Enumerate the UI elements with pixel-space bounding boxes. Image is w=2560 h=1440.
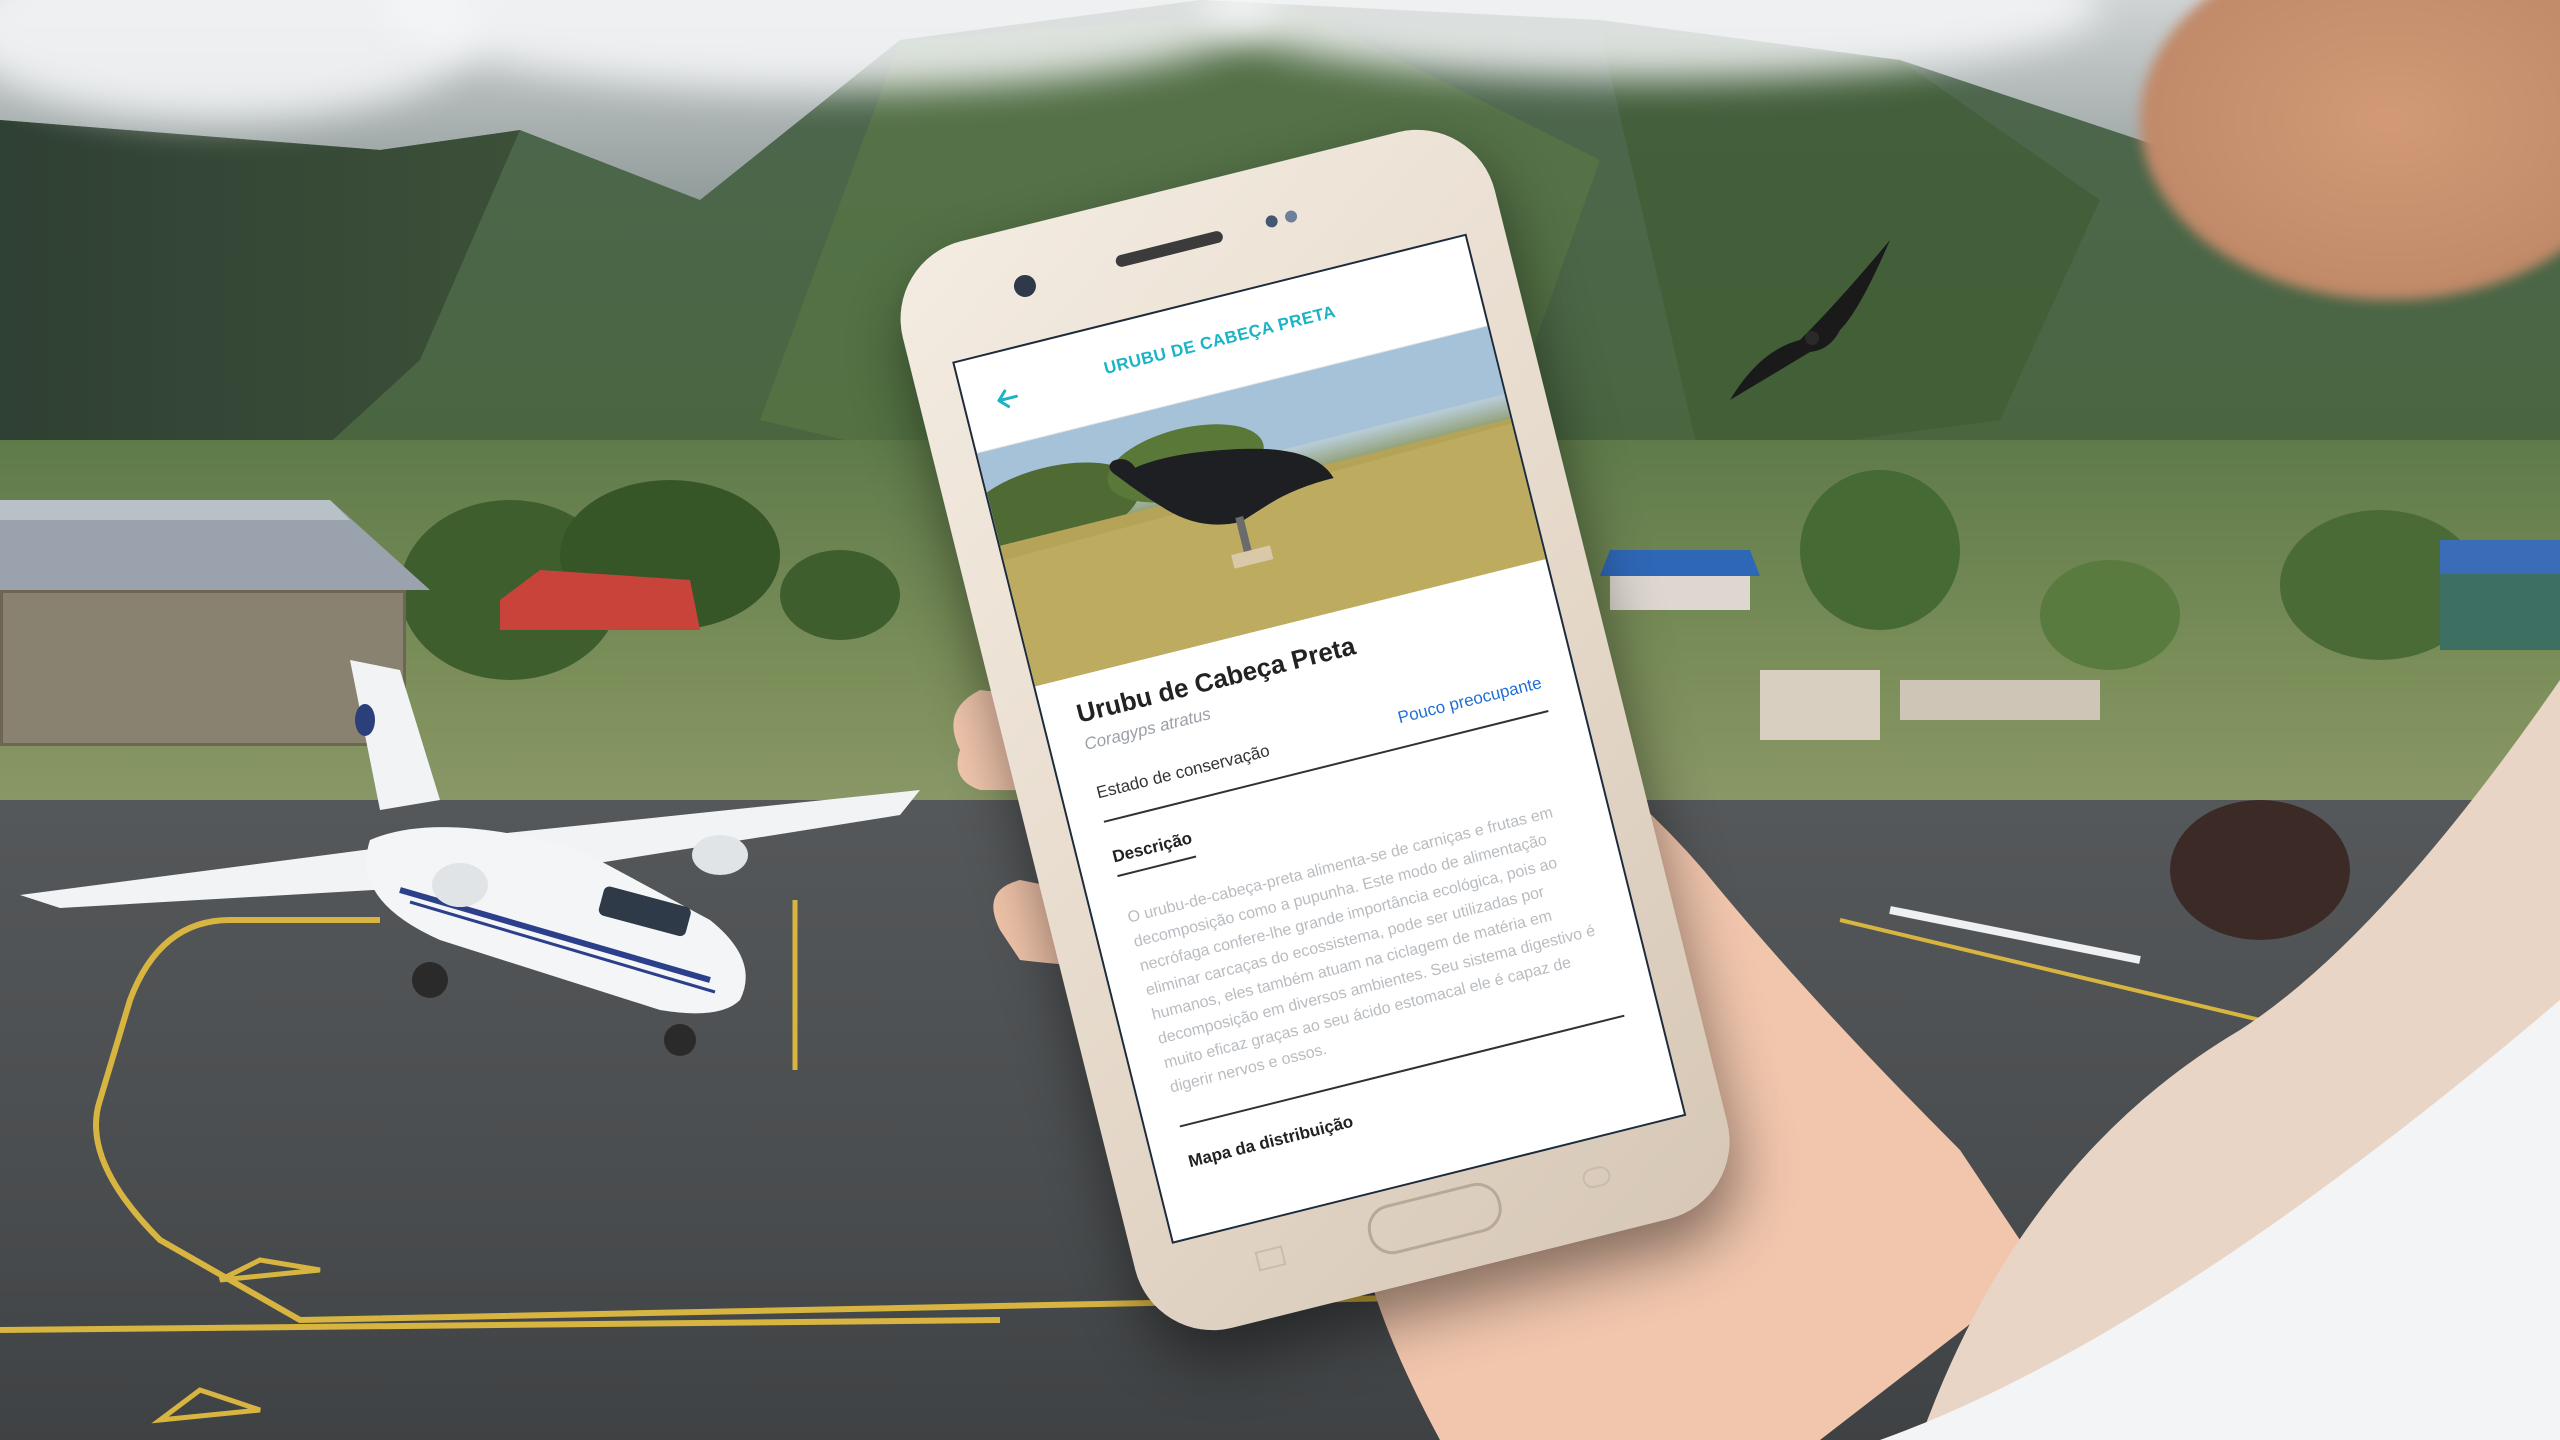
sensor bbox=[1264, 214, 1279, 229]
terminal-roof bbox=[0, 500, 430, 590]
back-nav-button[interactable] bbox=[1580, 1164, 1613, 1191]
flying-vulture bbox=[1730, 240, 1890, 400]
conservation-status-label: Estado de conservação bbox=[1094, 740, 1272, 803]
conservation-status-link[interactable]: Pouco preocupante bbox=[1396, 673, 1544, 728]
person-shoulder bbox=[1880, 680, 2560, 1440]
front-camera bbox=[1011, 272, 1039, 300]
airplane bbox=[20, 660, 920, 1056]
earpiece-speaker bbox=[1114, 229, 1225, 269]
sensor bbox=[1283, 209, 1299, 224]
description-title: Descrição bbox=[1110, 828, 1197, 878]
recent-apps-button[interactable] bbox=[1254, 1245, 1287, 1272]
red-roof-house bbox=[500, 570, 700, 630]
tree bbox=[780, 550, 900, 640]
description-text: O urubu-de-cabeça-preta alimenta-se de c… bbox=[1125, 804, 1597, 1097]
